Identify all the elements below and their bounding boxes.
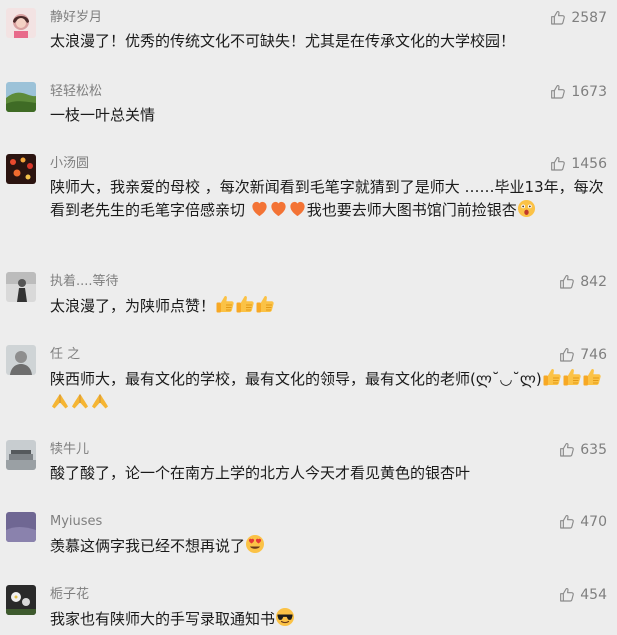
orange-heart-emoji-icon [288, 199, 307, 219]
comment-text-body: 太浪漫了！优秀的传统文化不可缺失！尤其是在传承文化的大学校园！ [50, 32, 516, 50]
thumbs-up-emoji-icon [235, 294, 255, 315]
like-count: 1673 [571, 84, 607, 100]
like-count: 454 [580, 587, 607, 603]
avatar[interactable] [6, 585, 36, 615]
thumb-up-outline-icon [559, 347, 575, 363]
like-button[interactable]: 746 [559, 345, 607, 365]
thumbs-up-emoji-icon [215, 294, 235, 315]
thumb-up-outline-icon [550, 10, 566, 26]
like-button[interactable]: 842 [559, 272, 607, 292]
thumbs-up-emoji-icon [255, 294, 275, 315]
folded-hands-emoji-icon [70, 391, 90, 412]
comment-text-tail: 我也要去师大图书馆门前捡银杏 [306, 201, 517, 219]
like-button[interactable]: 635 [559, 440, 607, 460]
thumbs-up-emoji-icon [542, 367, 562, 388]
comment-item: 小汤圆 1456 陕师大，我亲爱的母校 ，每次新闻看到毛笔字就猜到了是师大 ……… [0, 154, 617, 254]
comment-item: 犊牛儿 635 酸了酸了，论一个在南方上学的北方人今天才看见黄色的银杏叶 [0, 440, 617, 496]
comment-username[interactable]: 栀子花 [50, 586, 89, 604]
comment-text-body: 我家也有陕师大的手写录取通知书 [50, 610, 276, 628]
thumb-up-outline-icon [550, 156, 566, 172]
orange-heart-emoji-icon [250, 199, 269, 219]
comment-text: 陕西师大，最有文化的学校，最有文化的领导，最有文化的老师(ლ˘◡˘ლ) [50, 367, 608, 415]
thumb-up-outline-icon [559, 442, 575, 458]
like-count: 2587 [571, 10, 607, 26]
like-count: 842 [580, 274, 607, 290]
orange-heart-emoji-icon [269, 199, 288, 219]
comment-text: 我家也有陕师大的手写录取通知书 [50, 607, 608, 631]
comment-text: 太浪漫了！优秀的传统文化不可缺失！尤其是在传承文化的大学校园！ [50, 30, 608, 53]
comment-text: 太浪漫了，为陕师点赞！ [50, 294, 608, 318]
comment-item: Myiuses 470 羡慕这俩字我已经不想再说了 [0, 512, 617, 568]
like-button[interactable]: 1456 [550, 154, 607, 174]
like-count: 1456 [571, 156, 607, 172]
avatar[interactable] [6, 345, 36, 375]
like-count: 635 [580, 442, 607, 458]
avatar[interactable] [6, 440, 36, 470]
comment-username[interactable]: 轻轻松松 [50, 83, 102, 101]
thumb-up-outline-icon [559, 274, 575, 290]
like-button[interactable]: 454 [559, 585, 607, 605]
folded-hands-emoji-icon [50, 391, 70, 412]
sunglasses-emoji-icon [275, 607, 295, 628]
like-count: 746 [580, 347, 607, 363]
comment-text-body: 陕西师大，最有文化的学校，最有文化的领导，最有文化的老师(ლ˘◡˘ლ) [50, 370, 542, 388]
thumbs-up-emoji-icon [582, 367, 602, 388]
comment-username[interactable]: 执着....等待 [50, 273, 119, 291]
like-button[interactable]: 1673 [550, 82, 607, 102]
like-count: 470 [580, 514, 607, 530]
heart-eyes-emoji-icon [245, 534, 265, 555]
comment-text: 酸了酸了，论一个在南方上学的北方人今天才看见黄色的银杏叶 [50, 462, 608, 485]
comment-text-body: 一枝一叶总关情 [50, 106, 156, 124]
comment-item: 任 之 746 陕西师大，最有文化的学校，最有文化的领导，最有文化的老师(ლ˘◡… [0, 345, 617, 425]
avatar[interactable] [6, 512, 36, 542]
comment-username[interactable]: 任 之 [50, 346, 80, 364]
thumb-up-outline-icon [559, 587, 575, 603]
comment-text: 羡慕这俩字我已经不想再说了 [50, 534, 608, 558]
comment-text-body: 酸了酸了，论一个在南方上学的北方人今天才看见黄色的银杏叶 [50, 464, 471, 482]
avatar[interactable] [6, 154, 36, 184]
comment-username[interactable]: 静好岁月 [50, 9, 102, 27]
thumb-up-outline-icon [550, 84, 566, 100]
folded-hands-emoji-icon [90, 391, 110, 412]
comment-item: 静好岁月 2587 太浪漫了！优秀的传统文化不可缺失！尤其是在传承文化的大学校园… [0, 8, 617, 64]
comment-text: 陕师大，我亲爱的母校 ，每次新闻看到毛笔字就猜到了是师大 ……毕业13年，每次看… [50, 176, 608, 222]
thumb-up-outline-icon [559, 514, 575, 530]
avatar[interactable] [6, 272, 36, 302]
comment-item: 执着....等待 842 太浪漫了，为陕师点赞！ [0, 272, 617, 328]
comment-item: 栀子花 454 我家也有陕师大的手写录取通知书 [0, 585, 617, 635]
like-button[interactable]: 470 [559, 512, 607, 532]
comment-username[interactable]: 犊牛儿 [50, 441, 89, 459]
avatar[interactable] [6, 82, 36, 112]
thumbs-up-emoji-icon [562, 367, 582, 388]
comment-text: 一枝一叶总关情 [50, 104, 608, 127]
comment-text-body: 太浪漫了，为陕师点赞！ [50, 297, 216, 315]
like-button[interactable]: 2587 [550, 8, 607, 28]
comment-text-body: 羡慕这俩字我已经不想再说了 [50, 537, 246, 555]
astonished-face-emoji-icon [517, 199, 536, 219]
comment-list: 静好岁月 2587 太浪漫了！优秀的传统文化不可缺失！尤其是在传承文化的大学校园… [0, 0, 617, 635]
comment-username[interactable]: Myiuses [50, 513, 102, 531]
comment-item: 轻轻松松 1673 一枝一叶总关情 [0, 82, 617, 138]
comment-username[interactable]: 小汤圆 [50, 155, 89, 173]
avatar[interactable] [6, 8, 36, 38]
